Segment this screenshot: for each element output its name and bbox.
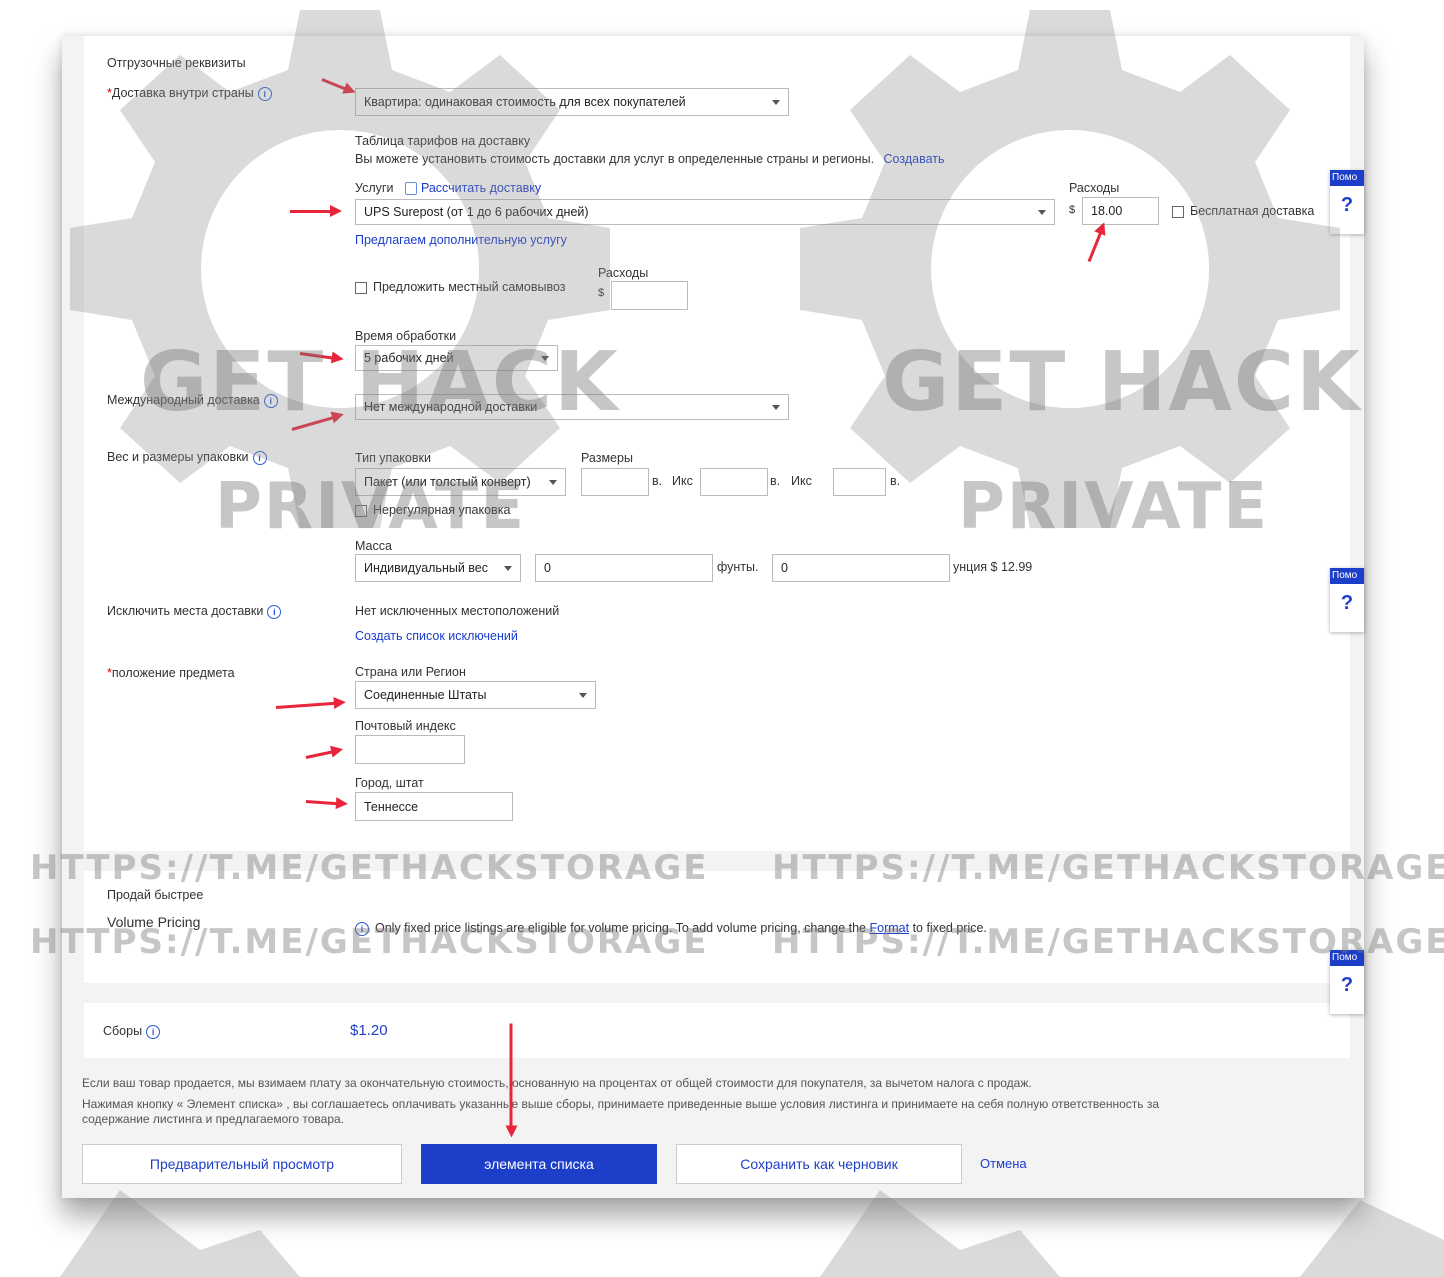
annotation-arrow [290, 205, 342, 217]
sell-faster-panel: Продай быстрее Volume Pricing i Only fixe… [84, 871, 1350, 983]
width-unit: в. [770, 474, 781, 488]
shipping-cost-input[interactable]: 18.00 [1082, 197, 1159, 225]
question-icon: ? [1340, 592, 1354, 614]
intl-shipping-label: Международный доставка i [107, 393, 278, 408]
volume-pricing-note: i Only fixed price listings are eligible … [355, 921, 987, 936]
services-label: Услуги Рассчитать доставку [355, 181, 542, 196]
exclude-status: Нет исключенных местоположений [355, 604, 560, 618]
intl-shipping-select[interactable]: Нет международной доставки [355, 394, 789, 420]
help-tab[interactable]: Помо ? [1330, 170, 1364, 234]
info-icon[interactable]: i [252, 450, 267, 465]
weight-oz-input[interactable]: 0 [772, 554, 950, 582]
weight-type-select[interactable]: Индивидуальный вес [355, 554, 521, 582]
handling-time-label: Время обработки [355, 329, 457, 343]
pickup-cost-input[interactable] [611, 281, 688, 310]
legal-line-1: Если ваш товар продается, мы взимаем пла… [82, 1076, 1032, 1090]
domestic-shipping-select[interactable]: Квартира: одинаковая стоимость для всех … [355, 88, 789, 116]
shipping-panel: Отгрузочные реквизиты *Доставка внутри с… [84, 36, 1350, 851]
item-location-label: *положение предмета [107, 666, 235, 680]
fees-value: $1.20 [350, 1022, 388, 1039]
info-icon[interactable]: i [146, 1024, 161, 1039]
list-item-button[interactable]: элемента списка [421, 1144, 657, 1184]
calculate-shipping-link[interactable]: Рассчитать доставку [421, 181, 541, 195]
calculator-icon [404, 182, 417, 196]
weight-lb-input[interactable]: 0 [535, 554, 713, 582]
create-rate-table-link[interactable]: Создавать [884, 152, 945, 166]
listing-form-screenshot: Отгрузочные реквизиты *Доставка внутри с… [62, 36, 1364, 1198]
pickup-cost-label: Расходы [598, 266, 649, 280]
rate-table-title: Таблица тарифов на доставку [355, 134, 531, 148]
cost-label: Расходы [1069, 181, 1120, 195]
rate-table-text: Вы можете установить стоимость доставки … [355, 152, 945, 166]
city-label: Город, штат [355, 776, 424, 790]
format-link[interactable]: Format [869, 921, 909, 935]
sell-faster-title: Продай быстрее [107, 888, 204, 902]
info-icon[interactable]: i [267, 604, 282, 619]
chevron-down-icon [772, 405, 780, 410]
domestic-shipping-label: *Доставка внутри страны i [107, 86, 272, 101]
length-unit: в. [652, 474, 663, 488]
local-pickup-checkbox[interactable]: Предложить местный самовывоз [355, 280, 566, 294]
info-icon[interactable]: i [263, 393, 278, 408]
zip-input[interactable] [355, 735, 465, 764]
question-icon: ? [1340, 194, 1354, 216]
legal-line-2: Нажимая кнопку « Элемент списка» , вы со… [82, 1097, 1160, 1111]
width-input[interactable] [700, 468, 768, 496]
question-icon: ? [1340, 974, 1354, 996]
help-tab[interactable]: Помо ? [1330, 950, 1364, 1014]
chevron-down-icon [579, 693, 587, 698]
chevron-down-icon [541, 356, 549, 361]
add-service-link[interactable]: Предлагаем дополнительную услугу [355, 233, 567, 247]
length-input[interactable] [581, 468, 649, 496]
create-exclusion-list-link[interactable]: Создать список исключений [355, 629, 518, 643]
city-input[interactable]: Теннессе [355, 792, 513, 821]
info-icon[interactable]: i [257, 86, 272, 101]
weight-oz-unit: унция $ 12.99 [953, 560, 1033, 574]
cancel-link[interactable]: Отмена [980, 1156, 1027, 1171]
pickup-currency: $ [598, 287, 605, 299]
zip-label: Почтовый индекс [355, 719, 456, 733]
save-draft-button[interactable]: Сохранить как черновик [676, 1144, 962, 1184]
dim-x-1: Икс [672, 474, 693, 488]
free-shipping-checkbox[interactable]: Бесплатная доставка [1172, 204, 1314, 218]
fees-label: Сборы i [103, 1024, 161, 1039]
shipping-service-select[interactable]: UPS Surepost (от 1 до 6 рабочих дней) [355, 199, 1055, 225]
volume-pricing-label: Volume Pricing [107, 914, 201, 930]
section-title: Отгрузочные реквизиты [107, 56, 246, 70]
legal-line-3: содержание листинга и предлагаемого това… [82, 1112, 345, 1126]
help-tab[interactable]: Помо ? [1330, 568, 1364, 632]
chevron-down-icon [504, 566, 512, 571]
package-type-label: Тип упаковки [355, 451, 431, 465]
package-label: Вес и размеры упаковки i [107, 450, 267, 465]
dimensions-label: Размеры [581, 451, 633, 465]
handling-time-select[interactable]: 5 рабочих дней [355, 345, 558, 371]
weight-lb-unit: фунты. [717, 560, 759, 574]
package-type-select[interactable]: Пакет (или толстый конверт) [355, 468, 566, 496]
annotation-arrow [509, 1023, 513, 1130]
height-unit: в. [890, 474, 901, 488]
country-label: Страна или Регион [355, 665, 466, 679]
height-input[interactable] [833, 468, 886, 496]
fees-panel: Сборы i $1.20 [84, 1003, 1350, 1058]
chevron-down-icon [549, 480, 557, 485]
country-select[interactable]: Соединенные Штаты [355, 681, 596, 709]
preview-button[interactable]: Предварительный просмотр [82, 1144, 402, 1184]
irregular-package-checkbox[interactable]: Нерегулярная упаковка [355, 503, 510, 517]
currency-symbol: $ [1069, 204, 1076, 216]
chevron-down-icon [772, 100, 780, 105]
weight-label: Масса [355, 539, 392, 553]
info-icon: i [355, 921, 369, 936]
chevron-down-icon [1038, 210, 1046, 215]
dim-x-2: Икс [791, 474, 812, 488]
exclude-locations-label: Исключить места доставки i [107, 604, 282, 619]
